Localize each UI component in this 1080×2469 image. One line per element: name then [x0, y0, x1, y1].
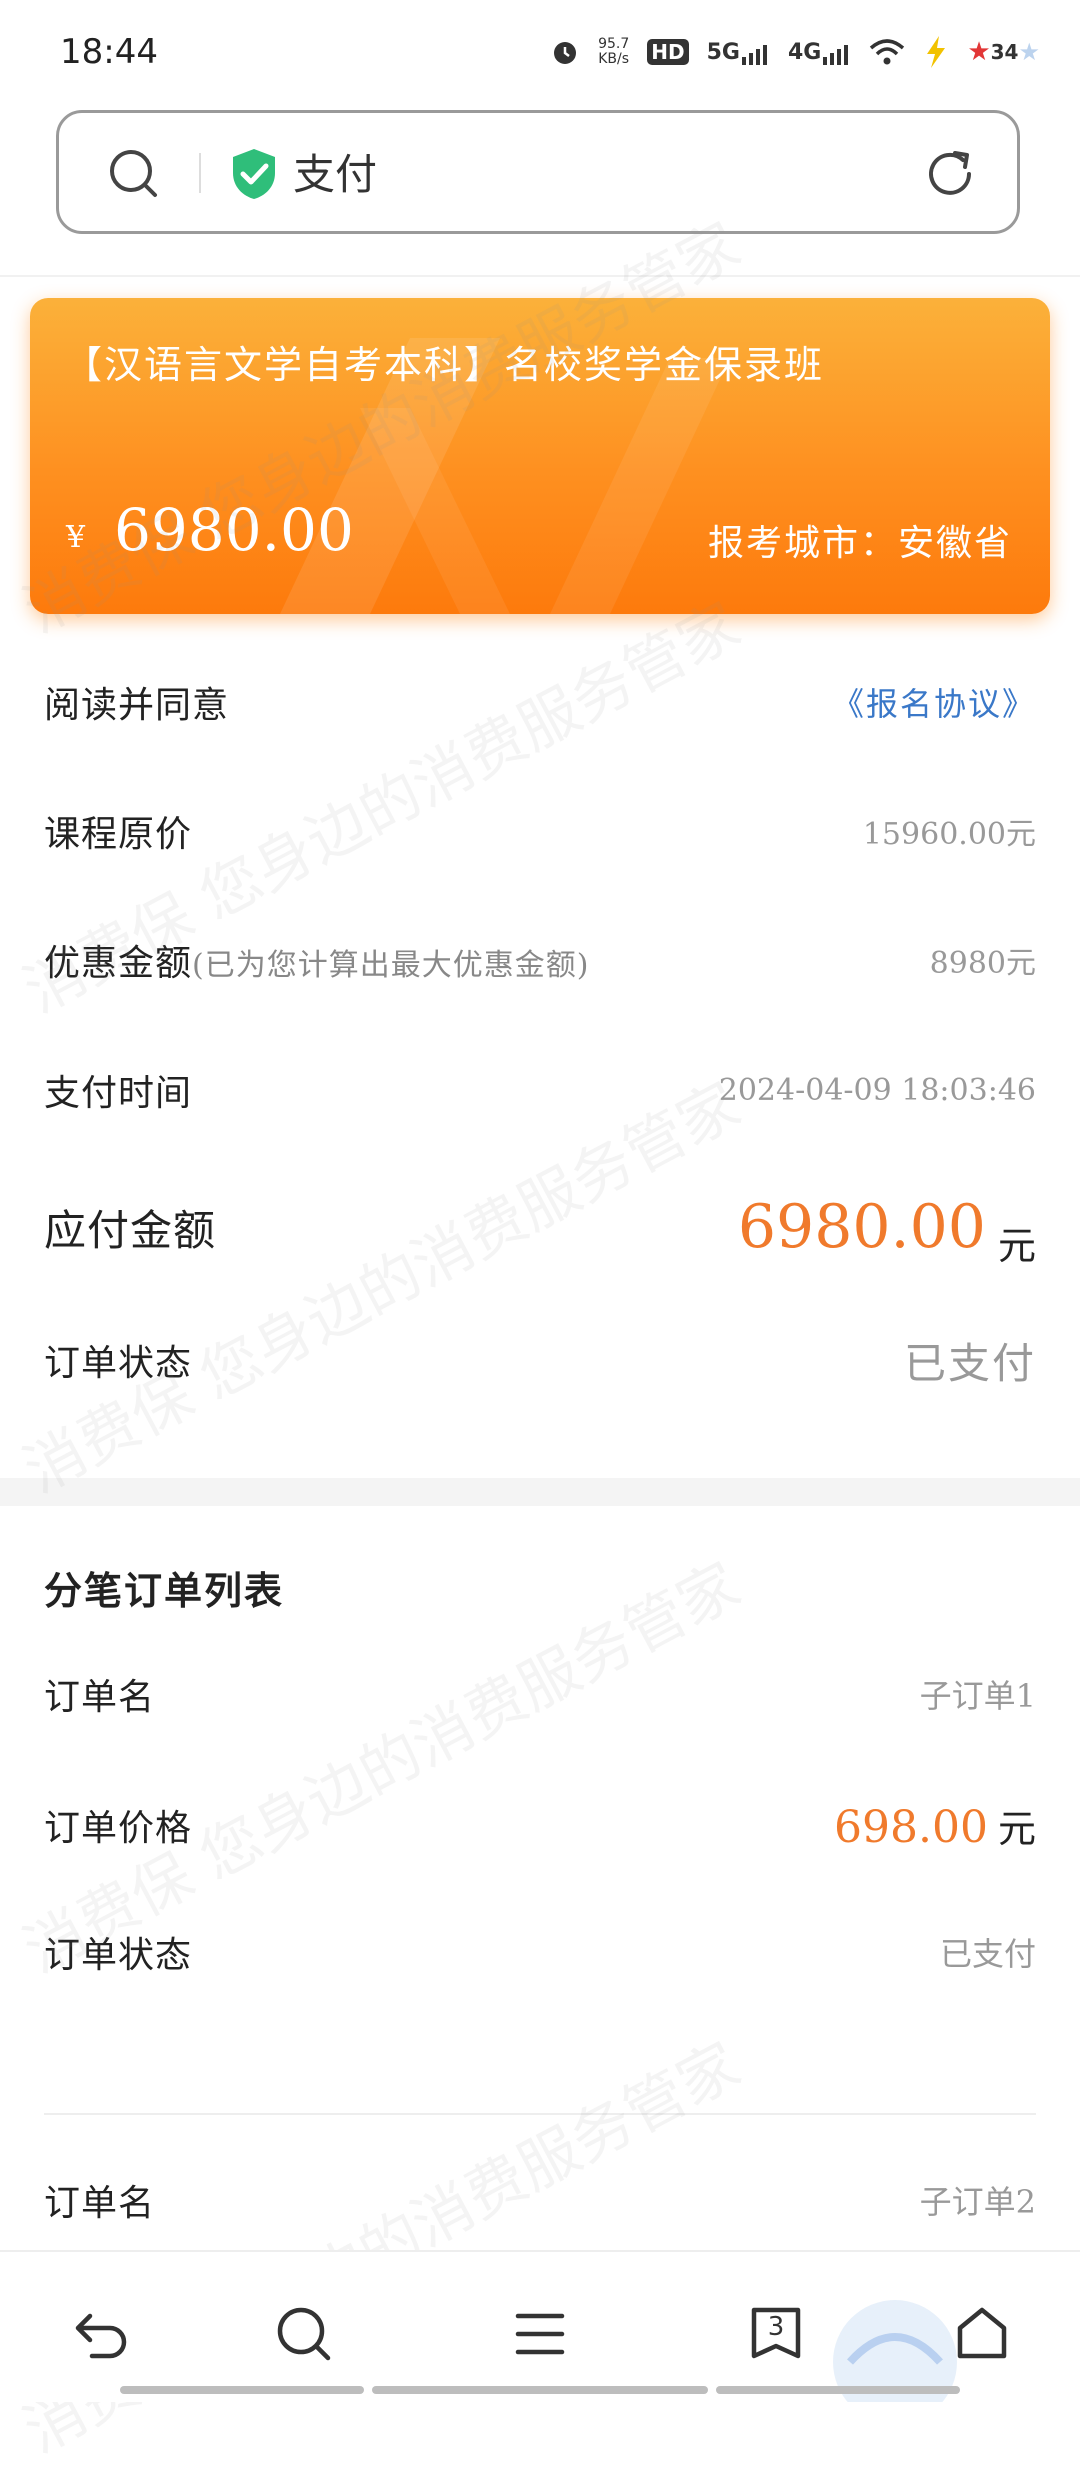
original-price-label: 课程原价 — [44, 814, 193, 855]
sub-order-name-label: 订单名 — [44, 1677, 156, 1718]
sub-order-1-price-row: 订单价格 698.00 元 — [44, 1792, 1036, 1858]
payable-amount: 6980.00 元 — [737, 1192, 1036, 1268]
sub-order-status-label: 订单状态 — [44, 1935, 193, 1976]
net-speed: 95.7 KB/s — [598, 36, 630, 67]
course-card: 【汉语言文学自考本科】名校奖学金保录班 ¥ 6980.00 报考城市：安徽省 — [30, 298, 1050, 614]
watermark: 消费保 您身边的消费服务管家 — [12, 1069, 752, 1507]
menu-icon[interactable] — [508, 2302, 572, 2366]
payable-label: 应付金额 — [44, 1205, 217, 1255]
exam-city: 报考城市：安徽省 — [707, 523, 1012, 564]
pay-time-value: 2024-04-09 18:03:46 — [718, 1072, 1036, 1108]
agreement-row: 阅读并同意 《报名协议》 — [44, 672, 1036, 732]
currency-symbol: ¥ — [66, 520, 86, 555]
section-gap — [0, 1478, 1080, 1506]
order-status-row: 订单状态 已支付 — [44, 1330, 1036, 1390]
payable-unit: 元 — [997, 1224, 1036, 1268]
order-status-value: 已支付 — [903, 1338, 1036, 1388]
discount-note: (已为您计算出最大优惠金额) — [192, 948, 590, 983]
tab-count: 3 — [767, 2312, 785, 2342]
sub-order-divider — [44, 2113, 1036, 2115]
order-status-label: 订单状态 — [44, 1343, 193, 1384]
gesture-handle — [716, 2386, 960, 2394]
alarm-icon — [554, 42, 577, 64]
discount-row: 优惠金额(已为您计算出最大优惠金额) 8980元 — [44, 930, 1036, 990]
bottom-nav: 3 — [0, 2250, 1080, 2402]
discount-label: 优惠金额(已为您计算出最大优惠金额) — [44, 943, 590, 984]
home-icon[interactable] — [950, 2302, 1014, 2366]
course-title: 【汉语言文学自考本科】名校奖学金保录班 — [64, 343, 825, 387]
search-icon[interactable] — [107, 147, 159, 199]
address-bar[interactable]: 支付 — [56, 110, 1020, 234]
floating-assistant-icon — [833, 2300, 957, 2402]
status-bar: 18:44 95.7 KB/s HD 5G 4G ★ 34 ★ — [0, 0, 1080, 100]
status-time: 18:44 — [60, 32, 158, 72]
signal-5g-icon: 5G — [707, 40, 770, 65]
payable-row: 应付金额 6980.00 元 — [44, 1192, 1036, 1268]
star-icon: ★ 34 ★ — [967, 37, 1040, 67]
course-price: 6980.00 — [114, 496, 354, 564]
split-orders-title: 分笔订单列表 — [44, 1568, 285, 1613]
original-price-row: 课程原价 15960.00元 — [44, 801, 1036, 861]
address-separator — [199, 153, 201, 193]
sub-order-status-value: 已支付 — [939, 1935, 1036, 1973]
hd-icon: HD — [647, 39, 689, 65]
status-icons: 95.7 KB/s HD 5G 4G ★ 34 ★ — [550, 36, 1040, 68]
sub-order-price-label: 订单价格 — [44, 1808, 193, 1849]
original-price-value: 15960.00元 — [862, 817, 1036, 852]
tabs-icon[interactable]: 3 — [744, 2302, 808, 2366]
sub-order-1-status-row: 订单状态 已支付 — [44, 1922, 1036, 1982]
sub-order-name-value: 子订单2 — [919, 2183, 1036, 2221]
address-text[interactable]: 支付 — [293, 141, 377, 202]
agreement-link[interactable]: 《报名协议》 — [832, 679, 1036, 725]
search-icon[interactable] — [272, 2302, 336, 2366]
pay-time-label: 支付时间 — [44, 1073, 193, 1114]
sub-order-name-label: 订单名 — [44, 2183, 156, 2224]
sub-order-price: 698.00 元 — [834, 1798, 1036, 1853]
gesture-handle — [120, 2386, 364, 2394]
signal-4g-icon: 4G — [788, 40, 851, 65]
battery-charging-icon — [927, 36, 946, 68]
payable-value: 6980.00 — [737, 1192, 986, 1262]
discount-value: 8980元 — [929, 946, 1036, 981]
sub-order-name-value: 子订单1 — [919, 1677, 1036, 1715]
refresh-icon[interactable] — [923, 147, 977, 201]
sub-order-2-name-row: 订单名 子订单2 — [44, 2170, 1036, 2230]
header-divider — [0, 275, 1080, 277]
sub-order-price-value: 698.00 — [834, 1801, 988, 1853]
sub-order-price-unit: 元 — [997, 1806, 1036, 1851]
agreement-label: 阅读并同意 — [44, 685, 230, 726]
pay-time-row: 支付时间 2024-04-09 18:03:46 — [44, 1060, 1036, 1120]
gesture-handle — [372, 2386, 708, 2394]
back-icon[interactable] — [70, 2302, 134, 2366]
sub-order-1-name-row: 订单名 子订单1 — [44, 1664, 1036, 1724]
wifi-icon — [870, 39, 905, 65]
shield-check-icon — [233, 149, 275, 199]
